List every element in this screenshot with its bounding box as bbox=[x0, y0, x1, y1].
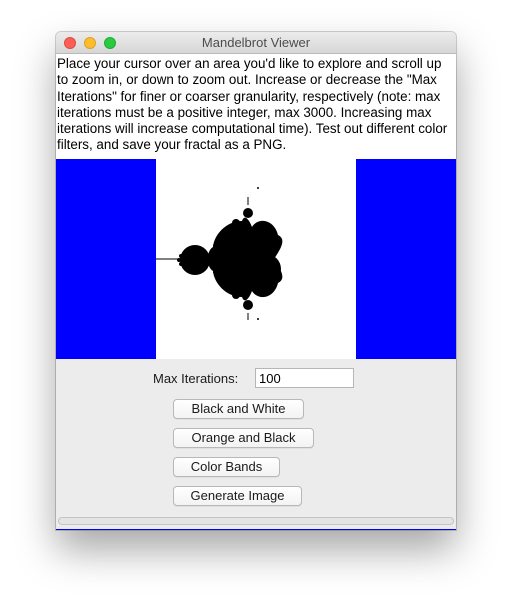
set-top-bulb bbox=[243, 208, 253, 218]
set-left-bulb-top bbox=[213, 243, 219, 249]
set-bottom-bulb bbox=[243, 300, 253, 310]
max-iterations-label: Max Iterations: bbox=[153, 371, 239, 386]
app-window: Mandelbrot Viewer Place your cursor over… bbox=[56, 32, 456, 530]
set-top-left-bulb bbox=[232, 219, 240, 227]
color-bands-button[interactable]: Color Bands bbox=[173, 457, 280, 477]
set-period2-bulb bbox=[180, 245, 210, 275]
generate-image-button[interactable]: Generate Image bbox=[173, 486, 302, 506]
fractal-canvas[interactable] bbox=[56, 159, 456, 359]
set-bulb-left-top bbox=[179, 254, 183, 258]
window-title: Mandelbrot Viewer bbox=[201, 35, 311, 50]
max-iterations-input[interactable] bbox=[255, 368, 354, 388]
set-bulb-left-bottom bbox=[179, 262, 183, 266]
title-bar[interactable]: Mandelbrot Viewer bbox=[56, 32, 456, 54]
controls-panel: Max Iterations: Black and White Orange a… bbox=[56, 359, 456, 530]
mandelbrot-render bbox=[56, 159, 456, 359]
horizontal-scrollbar[interactable] bbox=[58, 517, 454, 525]
instructions-text: Place your cursor over an area you'd lik… bbox=[56, 54, 456, 164]
set-bottom-left-bulb bbox=[232, 291, 240, 299]
black-and-white-button[interactable]: Black and White bbox=[173, 399, 304, 419]
set-left-bulb-bottom bbox=[213, 269, 219, 275]
set-lower-bulb bbox=[251, 254, 281, 284]
orange-and-black-button[interactable]: Orange and Black bbox=[173, 428, 314, 448]
set-upper-bulb bbox=[248, 230, 274, 256]
window-bottom-edge bbox=[56, 529, 456, 530]
set-top-speck bbox=[257, 187, 259, 189]
set-bottom-speck bbox=[257, 318, 259, 320]
